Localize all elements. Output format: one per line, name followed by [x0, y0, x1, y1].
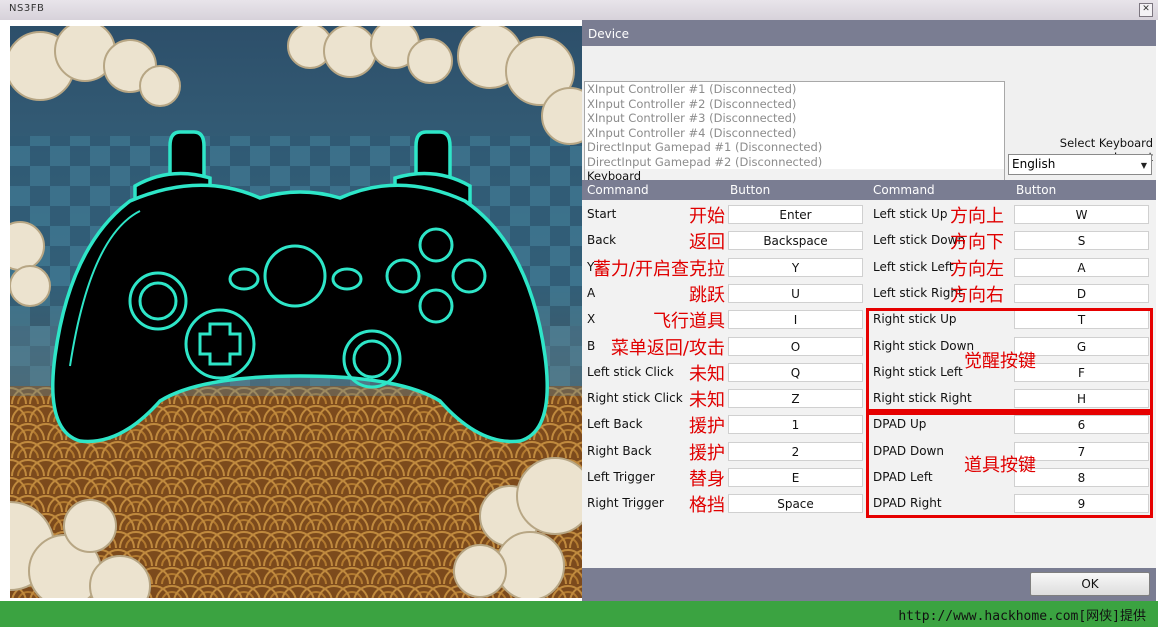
annotation-note: 菜单返回/攻击	[610, 337, 725, 359]
key-binding-field[interactable]: E	[728, 468, 863, 487]
ok-button[interactable]: OK	[1030, 572, 1150, 596]
command-label: Right stick Up	[873, 312, 957, 327]
device-item[interactable]: DirectInput Gamepad #1 (Disconnected)	[585, 140, 1004, 155]
key-binding-field[interactable]: 1	[728, 415, 863, 435]
device-item[interactable]: XInput Controller #3 (Disconnected)	[585, 111, 1004, 126]
command-label: Right stick Right	[873, 391, 972, 406]
device-header: Device	[582, 20, 1156, 46]
footer-credit: http://www.hackhome.com[网侠]提供	[898, 609, 1146, 624]
command-label: Right stick Down	[873, 338, 975, 353]
command-label: A	[587, 285, 596, 300]
command-label: Left stick Click	[587, 364, 674, 379]
device-item[interactable]: XInput Controller #2 (Disconnected)	[585, 97, 1004, 112]
title-bar: NS3FB ✕	[0, 0, 1158, 21]
command-label: Left Back	[587, 417, 643, 432]
annotation-note: 替身	[689, 469, 725, 490]
command-table: Command Button Command Button Start Enter…	[582, 180, 1156, 568]
keyboard-layout-value: English	[1012, 157, 1056, 171]
key-binding-field[interactable]: 6	[1014, 415, 1149, 435]
left-command-header: Command	[582, 180, 725, 200]
command-label: Left stick Left	[873, 259, 954, 274]
annotation-note: 方向右	[950, 284, 1004, 306]
key-binding-field[interactable]: W	[1014, 205, 1149, 224]
key-binding-field[interactable]: Space	[728, 494, 863, 514]
key-binding-field[interactable]: Q	[728, 362, 863, 382]
key-binding-field[interactable]: T	[1014, 310, 1149, 330]
key-binding-field[interactable]: A	[1014, 257, 1149, 277]
annotation-note: 方向左	[950, 258, 1004, 280]
key-binding-field[interactable]: S	[1014, 231, 1149, 251]
key-binding-field[interactable]: 2	[728, 441, 863, 461]
annotation-note: 跳跃	[689, 284, 725, 306]
annotation-note: 飞行道具	[653, 311, 725, 333]
command-label: Right stick Left	[873, 364, 963, 379]
key-binding-field[interactable]: 9	[1014, 494, 1149, 514]
key-binding-field[interactable]: U	[728, 283, 863, 303]
device-item[interactable]: DirectInput Gamepad #2 (Disconnected)	[585, 155, 1004, 170]
left-button-header: Button	[725, 180, 868, 200]
right-button-header: Button	[1011, 180, 1156, 200]
keyboard-layout-select[interactable]: English ▼	[1008, 154, 1152, 175]
command-label: Right Trigger	[587, 496, 664, 511]
key-binding-field[interactable]: Backspace	[728, 231, 863, 251]
command-label: Right Back	[587, 443, 652, 458]
command-label: X	[587, 312, 596, 327]
command-label: B	[587, 338, 596, 353]
device-list[interactable]: XInput Controller #1 (Disconnected) XInpu…	[584, 81, 1005, 184]
annotation-note: 返回	[689, 232, 725, 254]
command-label: Left stick Up	[873, 207, 948, 221]
dpad-group-note: 道具按键	[964, 455, 1036, 476]
command-label: DPAD Down	[873, 443, 944, 458]
key-binding-field[interactable]: I	[728, 310, 863, 330]
key-binding-field[interactable]: H	[1014, 389, 1149, 409]
right-stick-group-note: 觉醒按键	[964, 351, 1036, 372]
device-item[interactable]: XInput Controller #1 (Disconnected)	[585, 82, 1004, 97]
controller-image	[10, 26, 582, 598]
annotation-note: 开始	[689, 206, 725, 227]
annotation-note: 援护	[689, 442, 725, 464]
footer-bar: http://www.hackhome.com[网侠]提供	[0, 601, 1158, 627]
chevron-down-icon: ▼	[1140, 161, 1147, 170]
close-button[interactable]: ✕	[1139, 3, 1153, 17]
key-binding-field[interactable]: Enter	[728, 205, 863, 224]
annotation-note: 未知	[689, 390, 725, 412]
annotation-note: 援护	[689, 416, 725, 438]
annotation-note: 未知	[689, 363, 725, 385]
settings-panel: Device XInput Controller #1 (Disconnecte…	[582, 20, 1156, 601]
annotation-note: 方向上	[950, 206, 1004, 227]
command-label: DPAD Right	[873, 496, 942, 511]
right-command-header: Command	[868, 180, 1011, 200]
key-binding-field[interactable]: Z	[728, 389, 863, 409]
command-label: Start	[587, 207, 617, 221]
key-binding-field[interactable]: O	[728, 336, 863, 356]
annotation-note: 格挡	[689, 495, 725, 517]
command-label: DPAD Up	[873, 417, 927, 432]
annotation-note: 蓄力/开启查克拉	[592, 258, 725, 280]
command-label: Back	[587, 233, 617, 248]
controller-artwork	[10, 26, 582, 598]
window-title: NS3FB	[9, 3, 45, 14]
command-label: Left Trigger	[587, 470, 655, 484]
command-label: Right stick Click	[587, 391, 683, 406]
command-label: DPAD Left	[873, 470, 933, 484]
key-binding-field[interactable]: D	[1014, 283, 1149, 303]
key-binding-field[interactable]: Y	[728, 257, 863, 277]
device-item[interactable]: XInput Controller #4 (Disconnected)	[585, 126, 1004, 141]
annotation-note: 方向下	[950, 232, 1004, 254]
